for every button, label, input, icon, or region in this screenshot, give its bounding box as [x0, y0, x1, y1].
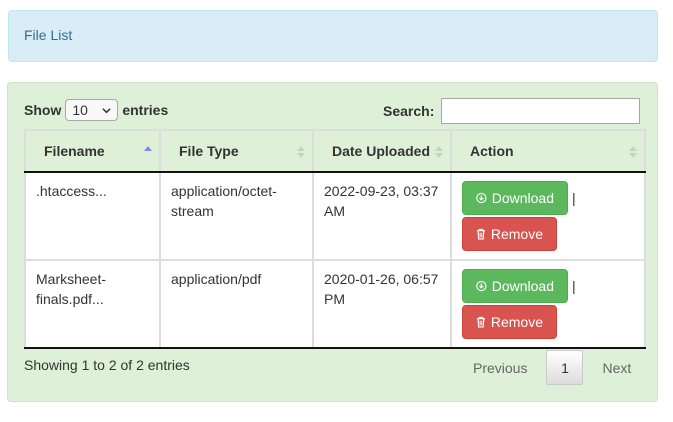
cell-filename: Marksheet-finals.pdf...: [24, 259, 161, 349]
table-header-row: Filename File Type Date Uploaded Action: [24, 129, 646, 173]
header-filename-label: Filename: [44, 143, 105, 159]
cell-date-uploaded: 2022-09-23, 03:37 AM: [312, 171, 452, 261]
previous-page-button[interactable]: Previous: [460, 350, 540, 385]
cell-action: Download | Remove: [450, 171, 646, 261]
page-length-select[interactable]: 10: [65, 99, 119, 121]
table-info: Showing 1 to 2 of 2 entries: [24, 357, 190, 373]
header-date-label: Date Uploaded: [332, 143, 431, 159]
alert-title: File List: [24, 27, 73, 43]
file-table-panel: Show 10 entries Search: Filename File Ty…: [7, 82, 658, 402]
file-table: Filename File Type Date Uploaded Action …: [24, 129, 646, 349]
remove-label: Remove: [490, 314, 543, 330]
download-circle-icon: [476, 280, 487, 292]
remove-label: Remove: [490, 226, 543, 242]
sort-ascending-icon: [144, 146, 152, 151]
trash-icon: [476, 316, 486, 328]
download-label: Download: [491, 190, 554, 206]
cell-file-type: application/pdf: [159, 259, 314, 349]
download-button[interactable]: Download: [462, 269, 568, 303]
file-list-alert: File List: [8, 10, 658, 62]
header-action[interactable]: Action: [450, 129, 646, 173]
cell-action: Download | Remove: [450, 259, 646, 349]
sort-both-icon: [297, 146, 305, 158]
length-menu-prefix: Show: [24, 102, 62, 118]
cell-file-type: application/octet-stream: [159, 171, 314, 261]
next-page-button[interactable]: Next: [589, 350, 644, 385]
table-row: .htaccess... application/octet-stream 20…: [24, 171, 646, 261]
search-label: Search:: [383, 103, 435, 119]
header-file-type[interactable]: File Type: [159, 129, 314, 173]
download-label: Download: [491, 278, 554, 294]
chevron-down-icon: [102, 107, 111, 113]
action-separator: |: [572, 190, 576, 206]
length-menu: Show 10 entries: [24, 99, 168, 121]
remove-button[interactable]: Remove: [462, 305, 557, 339]
sort-both-icon: [435, 146, 443, 158]
download-button[interactable]: Download: [462, 181, 568, 215]
action-separator: |: [572, 278, 576, 294]
remove-button[interactable]: Remove: [462, 217, 557, 251]
header-action-label: Action: [470, 143, 514, 159]
page-length-value: 10: [72, 102, 88, 118]
header-date-uploaded[interactable]: Date Uploaded: [312, 129, 452, 173]
sort-both-icon: [629, 146, 637, 158]
cell-date-uploaded: 2020-01-26, 06:57 PM: [312, 259, 452, 349]
download-circle-icon: [476, 192, 487, 204]
search-bar: Search:: [383, 98, 641, 124]
length-menu-suffix: entries: [122, 102, 169, 118]
header-filename[interactable]: Filename: [24, 129, 161, 173]
pagination: Previous 1 Next: [460, 350, 644, 385]
table-row: Marksheet-finals.pdf... application/pdf …: [24, 259, 646, 349]
page-1-button[interactable]: 1: [546, 350, 584, 385]
trash-icon: [476, 228, 486, 240]
header-file-type-label: File Type: [179, 143, 239, 159]
search-input[interactable]: [441, 98, 641, 124]
cell-filename: .htaccess...: [24, 171, 161, 261]
